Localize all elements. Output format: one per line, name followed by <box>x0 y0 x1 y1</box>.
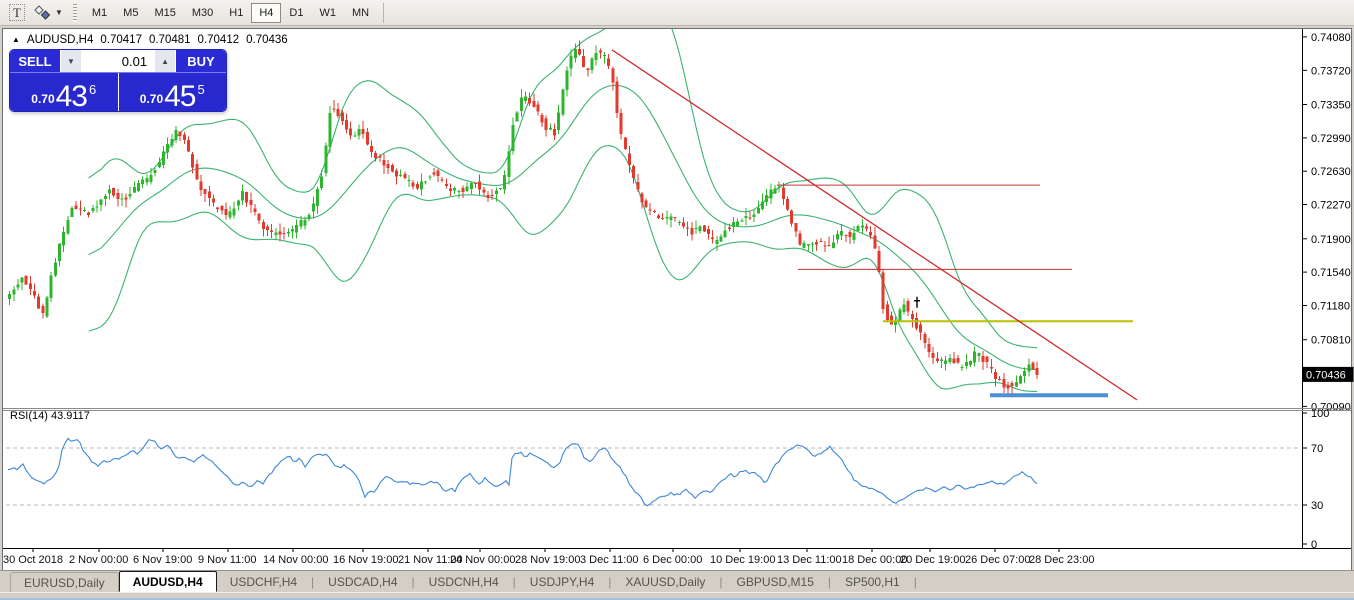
timeframe-M30[interactable]: M30 <box>184 3 221 23</box>
toolbar-grip[interactable] <box>72 3 77 22</box>
timeframe-M15[interactable]: M15 <box>146 3 183 23</box>
buy-price-big: 45 <box>164 79 196 111</box>
triangle-up-icon: ▲ <box>161 56 169 66</box>
ohlc-close: 0.70436 <box>246 34 288 46</box>
sell-price-big: 43 <box>55 79 88 111</box>
chart-tab-EURUSD-Daily[interactable]: EURUSD,Daily <box>10 572 119 592</box>
sell-price-box[interactable]: 0.70 43 6 <box>10 73 118 111</box>
chart-tab-GBPUSD-M15[interactable]: GBPUSD,M15 <box>724 572 827 592</box>
timeframe-MN[interactable]: MN <box>344 3 377 23</box>
buy-price-prefix: 0.70 <box>139 92 164 106</box>
chevron-down-icon: ▼ <box>54 8 63 17</box>
chart-tab-USDCAD-H4[interactable]: USDCAD,H4 <box>315 572 410 592</box>
chart-tab-AUDUSD-H4[interactable]: AUDUSD,H4 <box>118 571 217 592</box>
volume-decrease-button[interactable]: ▼ <box>61 50 81 72</box>
ohlc-open: 0.70417 <box>100 34 142 46</box>
text-tool-button[interactable]: T <box>6 3 28 23</box>
timeframe-H1[interactable]: H1 <box>221 3 251 23</box>
chart-tab-USDCHF-H4[interactable]: USDCHF,H4 <box>217 572 310 592</box>
chart-tab-SP500-H1[interactable]: SP500,H1 <box>832 572 913 592</box>
triangle-down-icon: ▼ <box>67 56 75 66</box>
toolbar-separator <box>383 2 385 23</box>
volume-input[interactable]: 0.01 <box>81 50 155 72</box>
text-tool-icon: T <box>9 4 25 21</box>
status-bar <box>0 592 1354 600</box>
sell-button[interactable]: SELL <box>10 50 60 72</box>
chart-tab-XAUUSD-Daily[interactable]: XAUUSD,Daily <box>612 572 718 592</box>
diamonds-icon <box>33 4 52 21</box>
ohlc-low: 0.70412 <box>197 34 240 46</box>
one-click-trading-panel: SELL ▼ 0.01 ▲ BUY 0.70 43 6 0.70 45 5 <box>10 50 226 111</box>
buy-button[interactable]: BUY <box>176 50 226 72</box>
buy-price-pip: 5 <box>197 82 205 97</box>
symbol-header: ▲ AUDUSD,H4 0.70417 0.70481 0.70412 0.70… <box>12 34 288 46</box>
timeframe-M1[interactable]: M1 <box>84 3 115 23</box>
timeframe-bar: M1 M5 M15 M30 H1 H4 D1 W1 MN <box>84 2 377 23</box>
ohlc-high: 0.70481 <box>148 34 191 46</box>
objects-tool-button[interactable]: ▼ <box>30 3 66 23</box>
sell-price-prefix: 0.70 <box>31 92 55 106</box>
volume-increase-button[interactable]: ▲ <box>155 50 175 72</box>
timeframe-D1[interactable]: D1 <box>281 3 311 23</box>
timeframe-W1[interactable]: W1 <box>311 3 344 23</box>
timeframe-M5[interactable]: M5 <box>115 3 146 23</box>
chart-tab-USDJPY-H4[interactable]: USDJPY,H4 <box>517 572 607 592</box>
chart-tab-USDCNH-H4[interactable]: USDCNH,H4 <box>416 572 512 592</box>
toolbar: T ▼ M1 M5 M15 M30 H1 H4 D1 W1 MN <box>0 0 1354 26</box>
sell-price-pip: 6 <box>89 82 97 97</box>
buy-price-box[interactable]: 0.70 45 5 <box>118 73 226 111</box>
tab-separator: | <box>913 574 917 589</box>
symbol-title: AUDUSD,H4 <box>26 34 94 46</box>
timeframe-H4[interactable]: H4 <box>251 2 282 23</box>
chart-canvas[interactable] <box>2 28 1352 592</box>
chart-tab-bar: EURUSD,Daily AUDUSD,H4 USDCHF,H4 | USDCAD,H4… <box>0 570 1354 592</box>
collapse-panel-arrow-icon[interactable]: ▲ <box>12 36 20 44</box>
